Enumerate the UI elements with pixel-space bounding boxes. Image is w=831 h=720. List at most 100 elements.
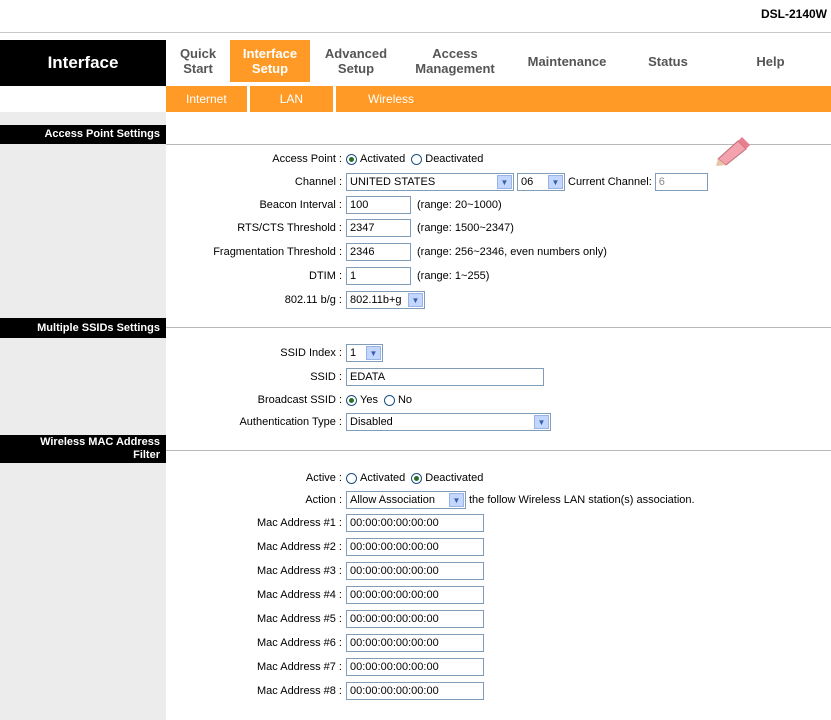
mac-address-row: Mac Address #1 : 00:00:00:00:00:00 xyxy=(166,513,831,533)
broadcast-ssid-row: Broadcast SSID : Yes No xyxy=(166,390,831,410)
mac-action-select[interactable]: Allow Association ▼ xyxy=(346,491,466,509)
chevron-down-icon: ▼ xyxy=(497,175,512,189)
chevron-down-icon: ▼ xyxy=(408,293,423,307)
mac-address-input-2[interactable]: 00:00:00:00:00:00 xyxy=(346,538,484,556)
mac-address-label: Mac Address #7 : xyxy=(257,661,342,673)
subnav-wireless[interactable]: Wireless xyxy=(333,86,446,112)
rts-threshold-input[interactable]: 2347 xyxy=(346,219,411,237)
section-header-access-point: Access Point Settings xyxy=(0,125,166,144)
mac-address-label: Mac Address #2 : xyxy=(257,541,342,553)
section-header-mac-filter: Wireless MAC Address Filter xyxy=(0,435,166,463)
mac-active-label: Active : xyxy=(305,472,342,484)
no-text: No xyxy=(397,394,413,406)
mac-address-input-6[interactable]: 00:00:00:00:00:00 xyxy=(346,634,484,652)
frag-hint: (range: 256~2346, even numbers only) xyxy=(417,246,607,258)
nav-help[interactable]: Help xyxy=(710,40,831,82)
access-point-deactivated-radio[interactable] xyxy=(411,153,423,165)
deactivated-text: Deactivated xyxy=(425,153,484,165)
mac-filter-deactivated-radio[interactable] xyxy=(411,472,423,484)
beacon-row: Beacon Interval : 100 (range: 20~1000) xyxy=(166,195,831,215)
mac-address-row: Mac Address #4 : 00:00:00:00:00:00 xyxy=(166,585,831,605)
dtim-row: DTIM : 1 (range: 1~255) xyxy=(166,266,831,286)
mac-action-row: Action : Allow Association ▼ the follow … xyxy=(166,490,831,510)
activated-text: Activated xyxy=(360,153,406,165)
subnav-internet[interactable]: Internet xyxy=(166,86,247,112)
rts-label: RTS/CTS Threshold : xyxy=(237,222,342,234)
nav-interface-setup[interactable]: Interface Setup xyxy=(230,40,310,82)
current-channel-field: 6 xyxy=(654,173,708,191)
ssid-input[interactable]: EDATA xyxy=(346,368,544,386)
nav-maintenance[interactable]: Maintenance xyxy=(508,40,626,82)
mac-filter-activated-radio[interactable] xyxy=(346,472,357,484)
mac-action-value: Allow Association xyxy=(350,494,435,506)
mac-address-label: Mac Address #8 : xyxy=(257,685,342,697)
channel-number-select[interactable]: 06 ▼ xyxy=(517,173,565,191)
mac-filter-title-line1: Wireless MAC Address xyxy=(40,436,160,448)
mac-address-label: Mac Address #1 : xyxy=(257,517,342,529)
chevron-down-icon: ▼ xyxy=(548,175,563,189)
mac-address-row: Mac Address #8 : 00:00:00:00:00:00 xyxy=(166,681,831,701)
beacon-label: Beacon Interval : xyxy=(259,199,342,211)
auth-type-label: Authentication Type : xyxy=(239,416,342,428)
dtim-input[interactable]: 1 xyxy=(346,267,411,285)
nav-quick-start[interactable]: Quick Start xyxy=(166,40,230,82)
mac-address-row: Mac Address #5 : 00:00:00:00:00:00 xyxy=(166,609,831,629)
mac-address-input-1[interactable]: 00:00:00:00:00:00 xyxy=(346,514,484,532)
model-name: DSL-2140W xyxy=(760,7,827,21)
rts-row: RTS/CTS Threshold : 2347 (range: 1500~23… xyxy=(166,218,831,238)
mac-address-row: Mac Address #7 : 00:00:00:00:00:00 xyxy=(166,657,831,677)
mac-address-input-3[interactable]: 00:00:00:00:00:00 xyxy=(346,562,484,580)
mac-address-input-5[interactable]: 00:00:00:00:00:00 xyxy=(346,610,484,628)
channel-row: Channel : UNITED STATES ▼ 06 ▼ Current C… xyxy=(166,172,831,192)
auth-type-select[interactable]: Disabled ▼ xyxy=(346,413,551,431)
mac-address-input-4[interactable]: 00:00:00:00:00:00 xyxy=(346,586,484,604)
nav-advanced-setup[interactable]: Advanced Setup xyxy=(310,40,402,82)
deactivated-text: Deactivated xyxy=(425,472,484,484)
mac-address-label: Mac Address #4 : xyxy=(257,589,342,601)
chevron-down-icon: ▼ xyxy=(449,493,464,507)
auth-type-value: Disabled xyxy=(350,416,393,428)
ssid-row: SSID : EDATA xyxy=(166,367,831,387)
channel-country-select[interactable]: UNITED STATES ▼ xyxy=(346,173,514,191)
mac-address-input-7[interactable]: 00:00:00:00:00:00 xyxy=(346,658,484,676)
broadcast-no-radio[interactable] xyxy=(383,394,395,406)
beacon-interval-input[interactable]: 100 xyxy=(346,196,411,214)
broadcast-yes-radio[interactable] xyxy=(346,394,357,406)
mac-filter-title-line2: Filter xyxy=(133,449,160,461)
subnav-lan[interactable]: LAN xyxy=(246,86,333,112)
section-divider xyxy=(166,450,831,451)
mode-row: 802.11 b/g : 802.11b+g ▼ xyxy=(166,290,831,310)
left-column xyxy=(0,112,166,720)
ssid-label: SSID : xyxy=(310,371,342,383)
frag-label: Fragmentation Threshold : xyxy=(213,246,342,258)
mac-address-label: Mac Address #5 : xyxy=(257,613,342,625)
mac-address-input-8[interactable]: 00:00:00:00:00:00 xyxy=(346,682,484,700)
ssid-index-select[interactable]: 1 ▼ xyxy=(346,344,383,362)
top-divider xyxy=(0,32,831,33)
rts-hint: (range: 1500~2347) xyxy=(417,222,514,234)
section-header-multiple-ssids: Multiple SSIDs Settings xyxy=(0,318,166,338)
mac-action-label: Action : xyxy=(305,494,342,506)
activated-text: Activated xyxy=(360,472,406,484)
channel-country-value: UNITED STATES xyxy=(350,176,436,188)
yes-text: Yes xyxy=(360,394,378,406)
nav-status[interactable]: Status xyxy=(626,40,710,82)
current-channel-label: Current Channel: xyxy=(568,176,652,188)
section-divider xyxy=(166,327,831,328)
chevron-down-icon: ▼ xyxy=(534,415,549,429)
broadcast-ssid-label: Broadcast SSID : xyxy=(257,394,342,406)
frag-row: Fragmentation Threshold : 2346 (range: 2… xyxy=(166,242,831,262)
mac-address-row: Mac Address #6 : 00:00:00:00:00:00 xyxy=(166,633,831,653)
mac-active-row: Active : Activated Deactivated xyxy=(166,468,831,488)
wireless-mode-select[interactable]: 802.11b+g ▼ xyxy=(346,291,425,309)
fragmentation-threshold-input[interactable]: 2346 xyxy=(346,243,411,261)
access-point-row: Access Point : Activated Deactivated xyxy=(166,149,831,169)
access-point-label: Access Point : xyxy=(272,153,342,165)
sub-nav: Internet LAN Wireless xyxy=(166,86,831,112)
ssid-index-label: SSID Index : xyxy=(280,347,342,359)
access-point-activated-radio[interactable] xyxy=(346,153,357,165)
mode-label: 802.11 b/g : xyxy=(284,294,342,306)
mac-address-label: Mac Address #6 : xyxy=(257,637,342,649)
mac-address-row: Mac Address #3 : 00:00:00:00:00:00 xyxy=(166,561,831,581)
nav-access-management[interactable]: Access Management xyxy=(402,40,508,82)
